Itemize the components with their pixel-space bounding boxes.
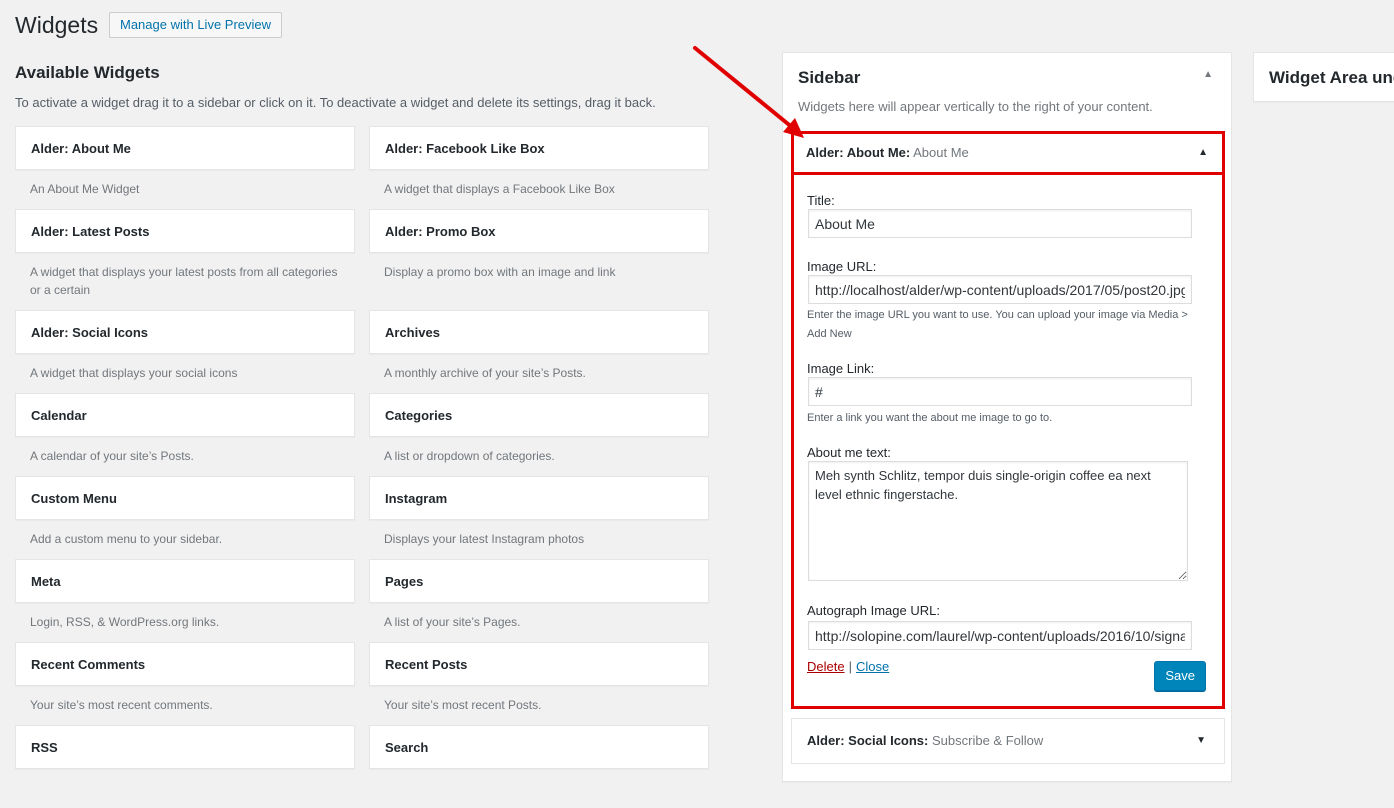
collapse-arrow-icon[interactable]: ▲	[1198, 134, 1208, 172]
widget-description: Your site’s most recent comments.	[30, 698, 213, 712]
manage-live-preview-button[interactable]: Manage with Live Preview	[109, 12, 283, 38]
widget-recent-comments[interactable]: Recent Comments	[15, 642, 355, 686]
widget-description: An About Me Widget	[30, 182, 140, 196]
widget-alder-about-me[interactable]: Alder: About Me	[15, 126, 355, 170]
widget-instagram[interactable]: Instagram	[369, 476, 709, 520]
about-me-widget-form: Title: Image URL: Enter the image URL yo…	[791, 175, 1225, 709]
widget-item: Calendar A calendar of your site’s Posts…	[15, 393, 355, 476]
widget-search[interactable]: Search	[369, 725, 709, 769]
widget-rss[interactable]: RSS	[15, 725, 355, 769]
widget-description: A list or dropdown of categories.	[384, 449, 555, 463]
widget-item: Alder: Social Icons A widget that displa…	[15, 310, 355, 393]
widget-alder-facebook-like-box[interactable]: Alder: Facebook Like Box	[369, 126, 709, 170]
widget-subtitle: Subscribe & Follow	[932, 733, 1044, 748]
about-text-textarea[interactable]: Meh synth Schlitz, tempor duis single-or…	[808, 461, 1188, 581]
widget-item: Custom Menu Add a custom menu to your si…	[15, 476, 355, 559]
close-link[interactable]: Close	[856, 659, 889, 674]
title-label: Title:	[807, 193, 835, 208]
widget-item: Alder: Facebook Like Box A widget that d…	[369, 126, 709, 209]
widget-subtitle: About Me	[913, 145, 969, 160]
widget-item: Recent Posts Your site’s most recent Pos…	[369, 642, 709, 725]
delete-link[interactable]: Delete	[807, 659, 845, 674]
widget-area-title[interactable]: Widget Area und	[1269, 68, 1394, 88]
widget-description: A calendar of your site’s Posts.	[30, 449, 194, 463]
widget-item: Search	[369, 725, 709, 808]
widget-calendar[interactable]: Calendar	[15, 393, 355, 437]
title-input[interactable]	[808, 209, 1192, 238]
widget-item: Alder: Latest Posts A widget that displa…	[15, 209, 355, 310]
widget-categories[interactable]: Categories	[369, 393, 709, 437]
image-link-input[interactable]	[808, 377, 1192, 406]
autograph-url-input[interactable]	[808, 621, 1192, 650]
expanded-about-me-widget: Alder: About Me: About Me ▲ Title: Image…	[791, 131, 1225, 709]
sidebar-collapse-arrow-icon[interactable]: ▲	[1203, 69, 1213, 80]
widget-description: Add a custom menu to your sidebar.	[30, 532, 223, 546]
widget-item: Categories A list or dropdown of categor…	[369, 393, 709, 476]
widget-area-under-header: Widget Area und	[1253, 52, 1394, 102]
sidebar-area-title[interactable]: Sidebar	[798, 68, 860, 88]
widget-title: Alder: Social Icons:	[807, 733, 929, 748]
widget-control-actions: Delete | Close	[807, 659, 889, 674]
widget-item: Recent Comments Your site’s most recent …	[15, 642, 355, 725]
available-widgets-description: To activate a widget drag it to a sideba…	[15, 95, 656, 110]
widget-description: A widget that displays your latest posts…	[30, 265, 338, 297]
save-button[interactable]: Save	[1154, 661, 1206, 691]
widget-alder-latest-posts[interactable]: Alder: Latest Posts	[15, 209, 355, 253]
widget-pages[interactable]: Pages	[369, 559, 709, 603]
image-link-help: Enter a link you want the about me image…	[807, 412, 1053, 424]
autograph-url-label: Autograph Image URL:	[807, 603, 940, 618]
widget-alder-social-icons[interactable]: Alder: Social Icons	[15, 310, 355, 354]
widget-item: Alder: About Me An About Me Widget	[15, 126, 355, 209]
image-url-help: Enter the image URL you want to use. You…	[807, 309, 1188, 340]
widget-description: Display a promo box with an image and li…	[384, 265, 616, 279]
available-widgets-list: Alder: About Me An About Me Widget Alder…	[15, 126, 709, 808]
widget-title: Alder: About Me:	[806, 145, 911, 160]
widget-description: Your site’s most recent Posts.	[384, 698, 542, 712]
widget-meta[interactable]: Meta	[15, 559, 355, 603]
image-link-label: Image Link:	[807, 361, 875, 376]
about-text-label: About me text:	[807, 445, 891, 460]
widget-item: RSS	[15, 725, 355, 808]
widget-description: A list of your site’s Pages.	[384, 615, 521, 629]
about-me-widget-header[interactable]: Alder: About Me: About Me ▲	[791, 131, 1225, 175]
widget-recent-posts[interactable]: Recent Posts	[369, 642, 709, 686]
widget-description: A widget that displays your social icons	[30, 366, 238, 380]
widget-item: Meta Login, RSS, & WordPress.org links.	[15, 559, 355, 642]
sidebar-area-description: Widgets here will appear vertically to t…	[798, 99, 1153, 114]
image-url-input[interactable]	[808, 275, 1192, 304]
widget-item: Alder: Promo Box Display a promo box wit…	[369, 209, 709, 310]
widget-archives[interactable]: Archives	[369, 310, 709, 354]
page-title: Widgets	[15, 12, 99, 38]
social-icons-widget[interactable]: Alder: Social Icons: Subscribe & Follow …	[791, 718, 1225, 764]
expand-arrow-icon[interactable]: ▼	[1196, 719, 1206, 763]
widget-item: Pages A list of your site’s Pages.	[369, 559, 709, 642]
widget-description: Login, RSS, & WordPress.org links.	[30, 615, 220, 629]
widget-description: Displays your latest Instagram photos	[384, 532, 585, 546]
action-separator: |	[848, 659, 852, 674]
widget-item: Instagram Displays your latest Instagram…	[369, 476, 709, 559]
widget-item: Archives A monthly archive of your site’…	[369, 310, 709, 393]
widget-custom-menu[interactable]: Custom Menu	[15, 476, 355, 520]
available-widgets-title: Available Widgets	[15, 63, 160, 82]
image-url-label: Image URL:	[807, 259, 877, 274]
widget-description: A widget that displays a Facebook Like B…	[384, 182, 615, 196]
widget-description: A monthly archive of your site’s Posts.	[384, 366, 586, 380]
sidebar-widget-area: Sidebar ▲ Widgets here will appear verti…	[782, 52, 1232, 782]
widget-alder-promo-box[interactable]: Alder: Promo Box	[369, 209, 709, 253]
